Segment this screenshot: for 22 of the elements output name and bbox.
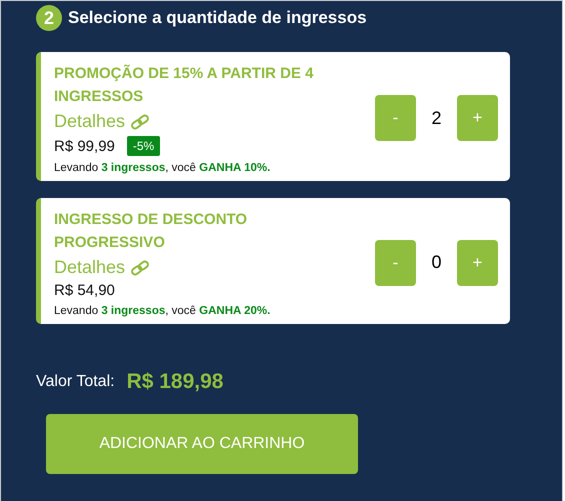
link-icon <box>129 112 152 130</box>
increase-button[interactable]: + <box>457 240 498 286</box>
increase-button[interactable]: + <box>457 95 498 141</box>
total-label: Valor Total: <box>36 373 115 391</box>
ticket-price: R$ 99,99 <box>54 138 115 154</box>
quantity-value: 0 <box>430 252 442 273</box>
details-link[interactable]: Detalhes <box>54 257 126 278</box>
discount-note: Levando 3 ingressos, você GANHA 20%. <box>54 305 272 317</box>
details-link[interactable]: Detalhes <box>54 111 126 132</box>
decrease-button[interactable]: - <box>375 95 416 141</box>
discount-badge: -5% <box>126 136 160 156</box>
decrease-button[interactable]: - <box>375 240 416 286</box>
step-number-badge: 2 <box>36 5 62 31</box>
ticket-name: PROMOÇÃO DE 15% A PARTIR DE 4 INGRESSOS <box>54 64 314 107</box>
ticket-name: INGRESSO DE DESCONTO PROGRESSIVO <box>54 210 248 253</box>
discount-note: Levando 3 ingressos, você GANHA 10%. <box>54 162 272 174</box>
section-title: Selecione a quantidade de ingressos <box>68 8 367 28</box>
total-value: R$ 189,98 <box>126 370 224 394</box>
link-icon <box>129 258 152 276</box>
add-to-cart-button[interactable]: ADICIONAR AO CARRINHO <box>46 414 358 474</box>
quantity-value: 2 <box>430 108 442 128</box>
ticket-price: R$ 54,90 <box>54 282 115 299</box>
